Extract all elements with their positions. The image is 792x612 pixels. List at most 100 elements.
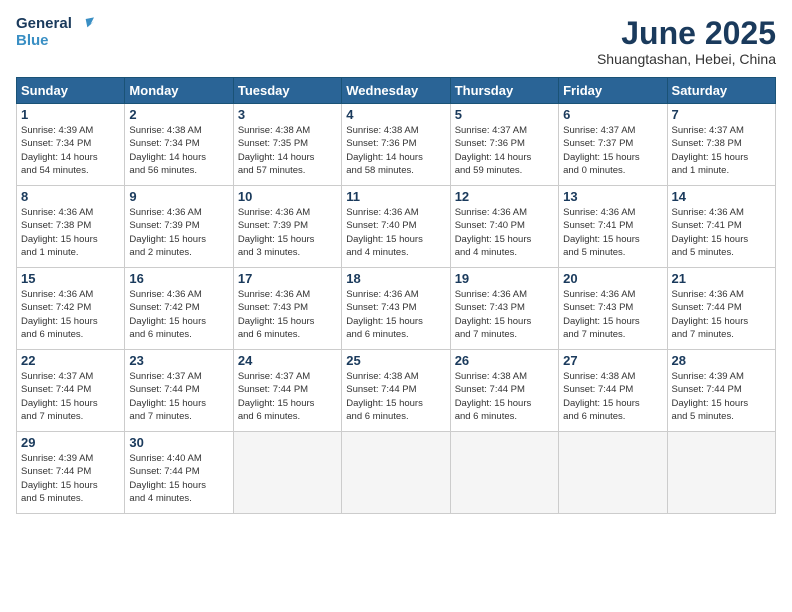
- day-number: 9: [129, 189, 228, 204]
- day-info: Sunrise: 4:36 AMSunset: 7:40 PMDaylight:…: [455, 206, 554, 259]
- col-thursday: Thursday: [450, 78, 558, 104]
- day-number: 28: [672, 353, 771, 368]
- day-number: 20: [563, 271, 662, 286]
- table-row: 21 Sunrise: 4:36 AMSunset: 7:44 PMDayligh…: [667, 268, 775, 350]
- table-row: 8 Sunrise: 4:36 AMSunset: 7:38 PMDaylight…: [17, 186, 125, 268]
- table-row: 4 Sunrise: 4:38 AMSunset: 7:36 PMDaylight…: [342, 104, 450, 186]
- table-row: 26 Sunrise: 4:38 AMSunset: 7:44 PMDayligh…: [450, 350, 558, 432]
- table-row: 5 Sunrise: 4:37 AMSunset: 7:36 PMDaylight…: [450, 104, 558, 186]
- day-number: 11: [346, 189, 445, 204]
- location: Shuangtashan, Hebei, China: [597, 51, 776, 67]
- day-number: 3: [238, 107, 337, 122]
- day-info: Sunrise: 4:37 AMSunset: 7:44 PMDaylight:…: [21, 370, 120, 423]
- day-info: Sunrise: 4:40 AMSunset: 7:44 PMDaylight:…: [129, 452, 228, 505]
- day-number: 16: [129, 271, 228, 286]
- day-number: 6: [563, 107, 662, 122]
- day-info: Sunrise: 4:37 AMSunset: 7:38 PMDaylight:…: [672, 124, 771, 177]
- table-row: [342, 432, 450, 514]
- day-number: 8: [21, 189, 120, 204]
- day-info: Sunrise: 4:36 AMSunset: 7:40 PMDaylight:…: [346, 206, 445, 259]
- table-row: 3 Sunrise: 4:38 AMSunset: 7:35 PMDaylight…: [233, 104, 341, 186]
- header: General Blue June 2025 Shuangtashan, Heb…: [16, 16, 776, 67]
- table-row: 22Sunrise: 4:37 AMSunset: 7:44 PMDayligh…: [17, 350, 125, 432]
- day-info: Sunrise: 4:37 AMSunset: 7:44 PMDaylight:…: [238, 370, 337, 423]
- day-info: Sunrise: 4:36 AMSunset: 7:41 PMDaylight:…: [563, 206, 662, 259]
- calendar-table: Sunday Monday Tuesday Wednesday Thursday…: [16, 77, 776, 514]
- day-info: Sunrise: 4:36 AMSunset: 7:41 PMDaylight:…: [672, 206, 771, 259]
- day-info: Sunrise: 4:36 AMSunset: 7:43 PMDaylight:…: [563, 288, 662, 341]
- calendar-week-row: 8 Sunrise: 4:36 AMSunset: 7:38 PMDaylight…: [17, 186, 776, 268]
- table-row: [450, 432, 558, 514]
- day-info: Sunrise: 4:39 AMSunset: 7:34 PMDaylight:…: [21, 124, 120, 177]
- day-info: Sunrise: 4:37 AMSunset: 7:36 PMDaylight:…: [455, 124, 554, 177]
- page-container: General Blue June 2025 Shuangtashan, Heb…: [0, 0, 792, 522]
- table-row: 2Sunrise: 4:38 AMSunset: 7:34 PMDaylight…: [125, 104, 233, 186]
- day-info: Sunrise: 4:39 AMSunset: 7:44 PMDaylight:…: [21, 452, 120, 505]
- col-friday: Friday: [559, 78, 667, 104]
- day-number: 26: [455, 353, 554, 368]
- table-row: 11 Sunrise: 4:36 AMSunset: 7:40 PMDayligh…: [342, 186, 450, 268]
- day-number: 13: [563, 189, 662, 204]
- table-row: 9 Sunrise: 4:36 AMSunset: 7:39 PMDaylight…: [125, 186, 233, 268]
- table-row: 29 Sunrise: 4:39 AMSunset: 7:44 PMDayligh…: [17, 432, 125, 514]
- table-row: 30 Sunrise: 4:40 AMSunset: 7:44 PMDayligh…: [125, 432, 233, 514]
- day-number: 2: [129, 107, 228, 122]
- day-number: 14: [672, 189, 771, 204]
- day-number: 1: [21, 107, 120, 122]
- table-row: 12 Sunrise: 4:36 AMSunset: 7:40 PMDayligh…: [450, 186, 558, 268]
- logo: General Blue: [16, 16, 94, 49]
- table-row: 18 Sunrise: 4:36 AMSunset: 7:43 PMDayligh…: [342, 268, 450, 350]
- day-info: Sunrise: 4:36 AMSunset: 7:39 PMDaylight:…: [129, 206, 228, 259]
- day-info: Sunrise: 4:36 AMSunset: 7:38 PMDaylight:…: [21, 206, 120, 259]
- day-info: Sunrise: 4:37 AMSunset: 7:44 PMDaylight:…: [129, 370, 228, 423]
- day-info: Sunrise: 4:38 AMSunset: 7:44 PMDaylight:…: [346, 370, 445, 423]
- day-number: 27: [563, 353, 662, 368]
- day-info: Sunrise: 4:36 AMSunset: 7:42 PMDaylight:…: [21, 288, 120, 341]
- calendar-header-row: Sunday Monday Tuesday Wednesday Thursday…: [17, 78, 776, 104]
- day-number: 21: [672, 271, 771, 286]
- table-row: 17Sunrise: 4:36 AMSunset: 7:43 PMDayligh…: [233, 268, 341, 350]
- day-number: 12: [455, 189, 554, 204]
- day-info: Sunrise: 4:38 AMSunset: 7:36 PMDaylight:…: [346, 124, 445, 177]
- day-info: Sunrise: 4:36 AMSunset: 7:43 PMDaylight:…: [455, 288, 554, 341]
- day-info: Sunrise: 4:39 AMSunset: 7:44 PMDaylight:…: [672, 370, 771, 423]
- day-number: 4: [346, 107, 445, 122]
- day-number: 23: [129, 353, 228, 368]
- table-row: 24Sunrise: 4:37 AMSunset: 7:44 PMDayligh…: [233, 350, 341, 432]
- day-number: 5: [455, 107, 554, 122]
- title-block: June 2025 Shuangtashan, Hebei, China: [597, 16, 776, 67]
- calendar-week-row: 29 Sunrise: 4:39 AMSunset: 7:44 PMDayligh…: [17, 432, 776, 514]
- day-number: 15: [21, 271, 120, 286]
- day-number: 17: [238, 271, 337, 286]
- day-info: Sunrise: 4:36 AMSunset: 7:43 PMDaylight:…: [346, 288, 445, 341]
- day-number: 10: [238, 189, 337, 204]
- col-monday: Monday: [125, 78, 233, 104]
- day-info: Sunrise: 4:36 AMSunset: 7:42 PMDaylight:…: [129, 288, 228, 341]
- table-row: 7 Sunrise: 4:37 AMSunset: 7:38 PMDaylight…: [667, 104, 775, 186]
- col-wednesday: Wednesday: [342, 78, 450, 104]
- table-row: 13 Sunrise: 4:36 AMSunset: 7:41 PMDayligh…: [559, 186, 667, 268]
- day-number: 25: [346, 353, 445, 368]
- day-number: 30: [129, 435, 228, 450]
- table-row: [667, 432, 775, 514]
- day-info: Sunrise: 4:36 AMSunset: 7:44 PMDaylight:…: [672, 288, 771, 341]
- col-saturday: Saturday: [667, 78, 775, 104]
- table-row: 25 Sunrise: 4:38 AMSunset: 7:44 PMDayligh…: [342, 350, 450, 432]
- table-row: 15 Sunrise: 4:36 AMSunset: 7:42 PMDayligh…: [17, 268, 125, 350]
- day-number: 29: [21, 435, 120, 450]
- day-number: 7: [672, 107, 771, 122]
- table-row: 28 Sunrise: 4:39 AMSunset: 7:44 PMDayligh…: [667, 350, 775, 432]
- day-info: Sunrise: 4:36 AMSunset: 7:39 PMDaylight:…: [238, 206, 337, 259]
- table-row: 14 Sunrise: 4:36 AMSunset: 7:41 PMDayligh…: [667, 186, 775, 268]
- table-row: 1 Sunrise: 4:39 AMSunset: 7:34 PMDaylight…: [17, 104, 125, 186]
- day-number: 18: [346, 271, 445, 286]
- table-row: [559, 432, 667, 514]
- col-sunday: Sunday: [17, 78, 125, 104]
- table-row: 27Sunrise: 4:38 AMSunset: 7:44 PMDayligh…: [559, 350, 667, 432]
- day-info: Sunrise: 4:38 AMSunset: 7:44 PMDaylight:…: [455, 370, 554, 423]
- day-info: Sunrise: 4:38 AMSunset: 7:35 PMDaylight:…: [238, 124, 337, 177]
- table-row: 6Sunrise: 4:37 AMSunset: 7:37 PMDaylight…: [559, 104, 667, 186]
- table-row: 23 Sunrise: 4:37 AMSunset: 7:44 PMDayligh…: [125, 350, 233, 432]
- table-row: 20 Sunrise: 4:36 AMSunset: 7:43 PMDayligh…: [559, 268, 667, 350]
- table-row: [233, 432, 341, 514]
